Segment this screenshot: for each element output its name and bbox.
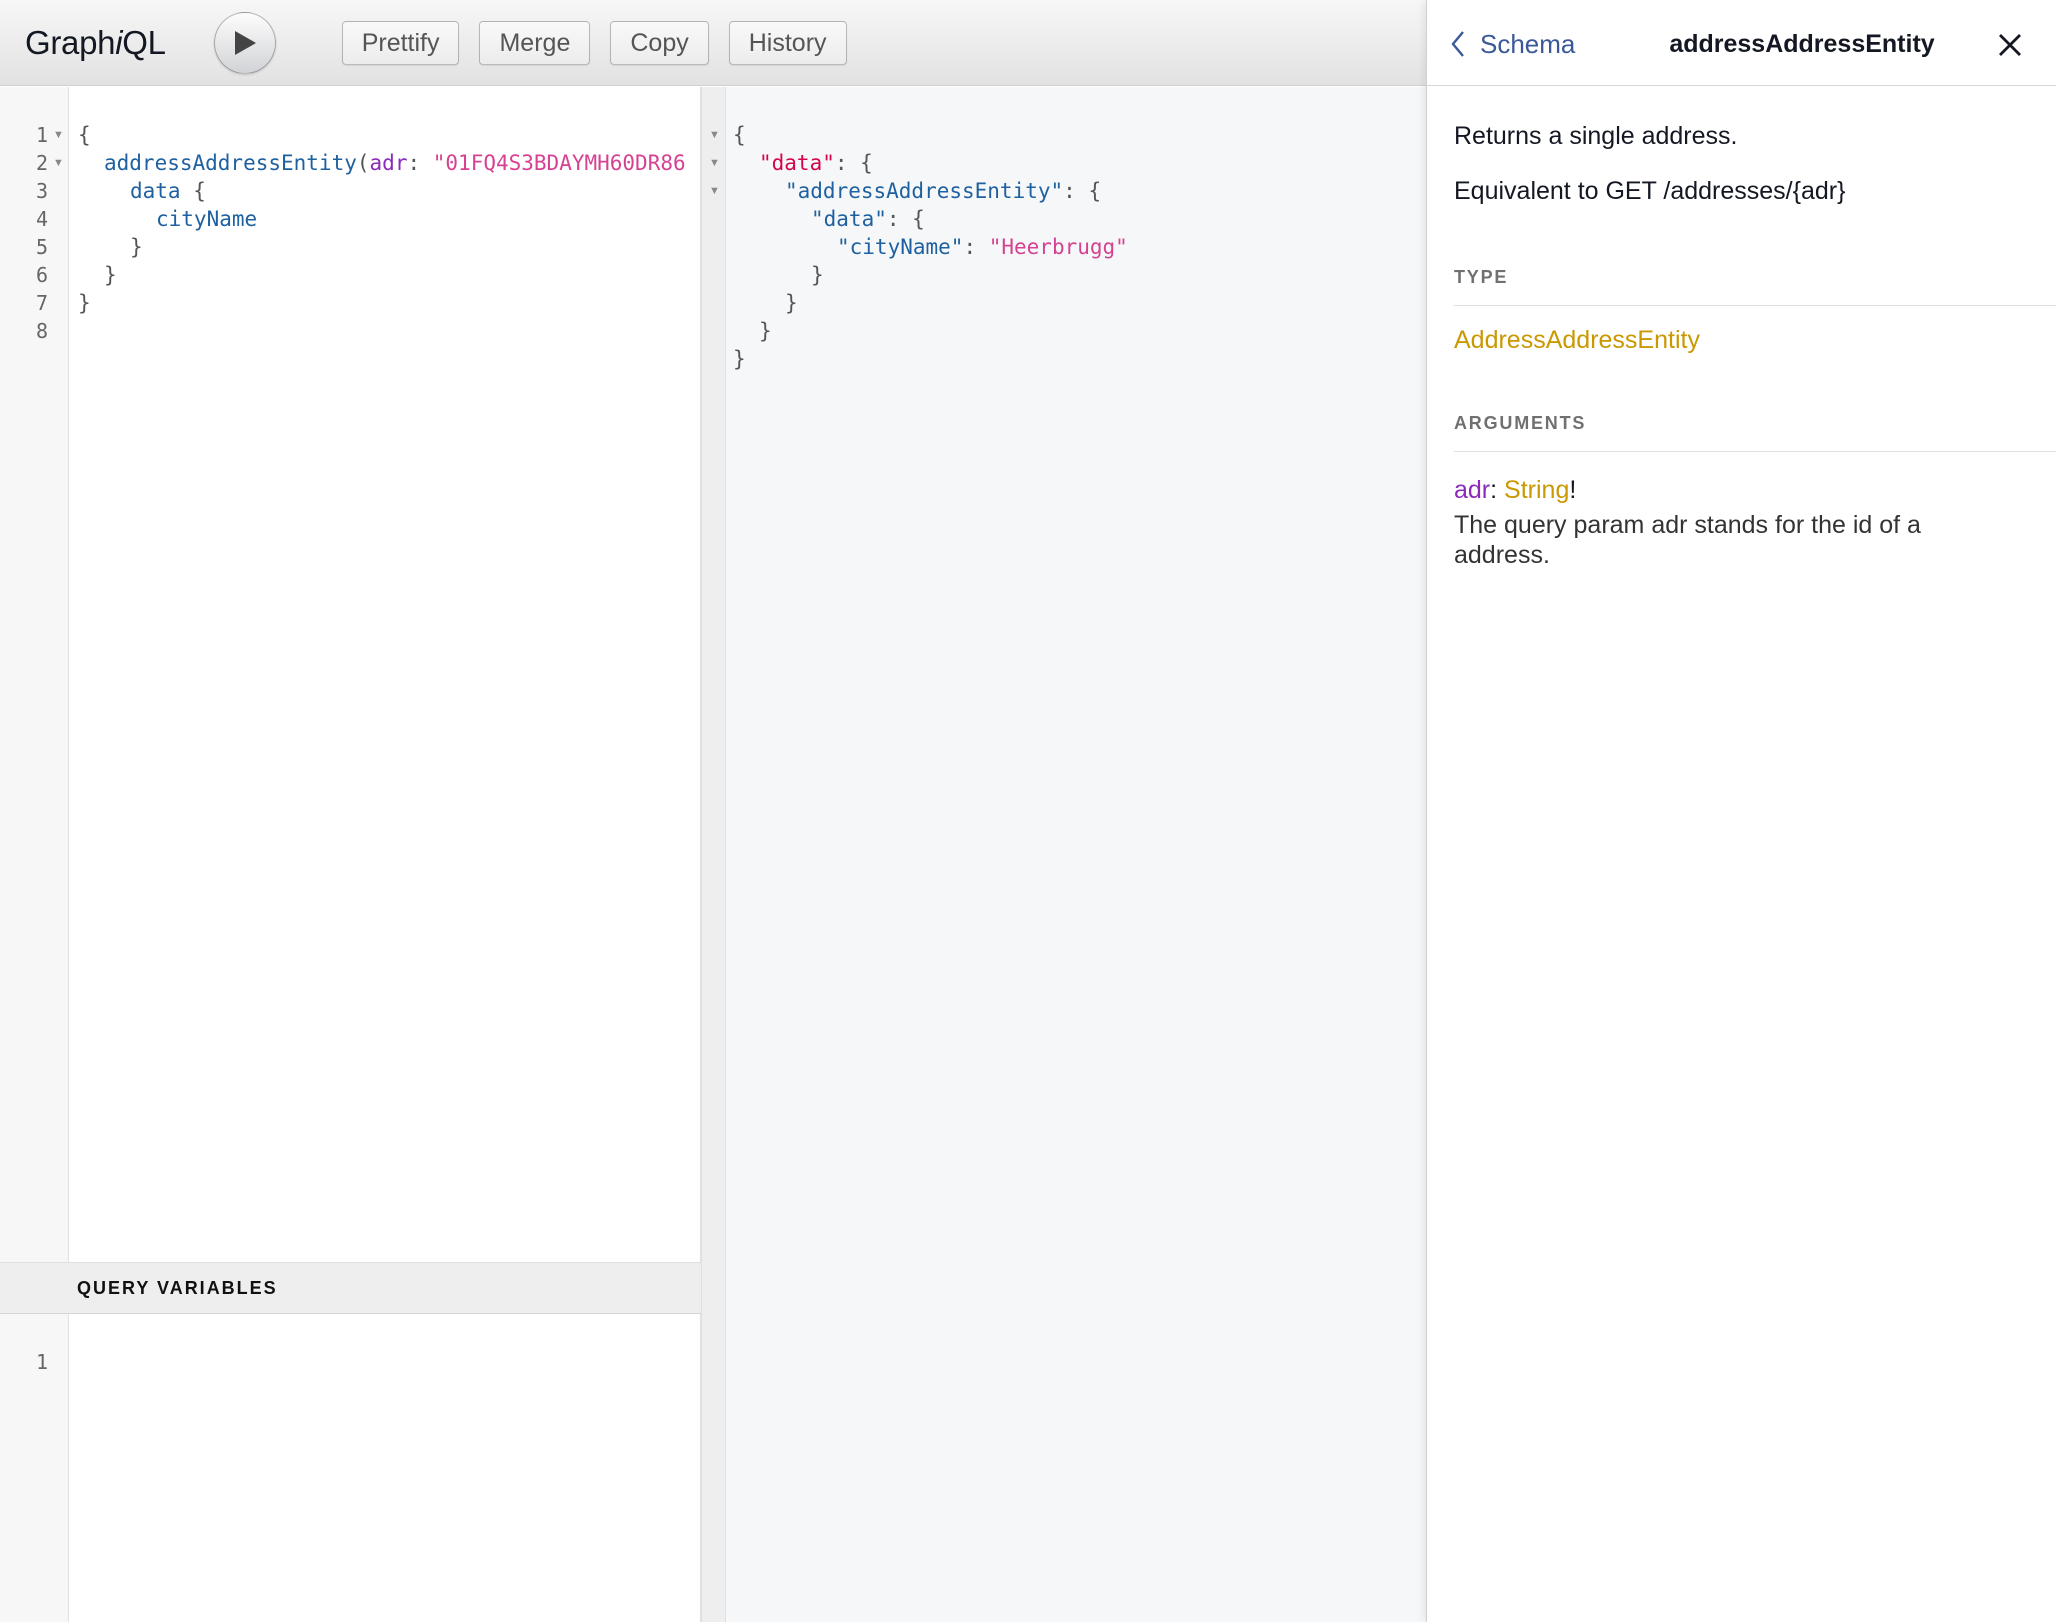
query-argument: adr — [369, 151, 408, 175]
result-key-city: "cityName" — [837, 235, 964, 259]
schema-back-link[interactable]: Schema — [1449, 26, 1575, 62]
query-code: { addressAddressEntity(adr: "01FQ4S3BDAY… — [78, 123, 686, 315]
line-number: 5 — [35, 235, 48, 259]
argument-name: adr — [1454, 476, 1491, 504]
argument-type-link[interactable]: String — [1504, 476, 1569, 504]
fold-arrow-icon[interactable]: ▼ — [709, 121, 720, 149]
line-number: 3 — [35, 179, 48, 203]
close-icon — [1999, 34, 2021, 56]
execute-query-button[interactable] — [213, 11, 276, 74]
line-number: 7 — [35, 291, 48, 315]
result-code: { "data": { "addressAddressEntity": { "d… — [733, 123, 1128, 371]
result-key-inner-data: "data" — [811, 207, 887, 231]
graphiql-logo: GraphiQL — [25, 23, 166, 61]
fold-arrow-icon[interactable]: ▼ — [53, 149, 64, 177]
fold-arrow-icon[interactable]: ▼ — [709, 149, 720, 177]
toolbar: GraphiQL Prettify Merge Copy History — [0, 0, 1426, 86]
history-button[interactable]: History — [728, 20, 847, 65]
doc-explorer-title: addressAddressEntity — [1669, 30, 1935, 58]
query-argument-value: "01FQ4S3BDAYMH60DR86 — [432, 151, 686, 175]
result-gutter — [702, 87, 726, 1622]
result-key-entity: "addressAddressEntity" — [785, 179, 1064, 203]
result-viewer[interactable]: ▼ ▼ ▼ { "data": { "addressAddressEntity"… — [701, 87, 1426, 1622]
line-number: 6 — [35, 263, 48, 287]
line-number: 1 — [35, 123, 48, 147]
argument-description: The query param adr stands for the id of… — [1454, 511, 1921, 569]
query-variables-editor[interactable]: 1 — [0, 1314, 701, 1622]
close-docs-button[interactable] — [1993, 28, 2027, 62]
argument-nonnull: ! — [1569, 476, 1577, 504]
doc-explorer-header: Schema addressAddressEntity — [1427, 0, 2056, 86]
field-description-summary: Returns a single address. — [1454, 122, 1738, 150]
return-type-link[interactable]: AddressAddressEntity — [1454, 326, 1700, 354]
result-key-data: "data" — [759, 151, 835, 175]
fold-arrow-icon[interactable]: ▼ — [53, 121, 64, 149]
line-number: 1 — [35, 1350, 48, 1374]
graphiql-app: GraphiQL Prettify Merge Copy History 1 2… — [0, 0, 2056, 1622]
query-field: addressAddressEntity — [104, 151, 357, 175]
schema-back-label: Schema — [1480, 28, 1576, 59]
query-editor[interactable]: 1 2 3 4 5 6 7 8 ▼ ▼ { addressAddressEnti… — [0, 87, 701, 1262]
merge-button[interactable]: Merge — [479, 20, 591, 65]
doc-explorer: Schema addressAddressEntity Returns a si… — [1426, 0, 2056, 1622]
prettify-button[interactable]: Prettify — [341, 20, 460, 65]
line-number: 4 — [35, 207, 48, 231]
type-section-title: TYPE — [1454, 267, 2056, 306]
arguments-section-title: ARGUMENTS — [1454, 413, 2056, 452]
field-description-endpoint: Equivalent to GET /addresses/{adr} — [1454, 177, 1846, 205]
chevron-left-icon — [1451, 31, 1464, 57]
copy-button[interactable]: Copy — [610, 20, 709, 65]
query-subfield: data — [130, 179, 181, 203]
fold-arrow-icon[interactable]: ▼ — [709, 177, 720, 205]
line-number: 2 — [35, 151, 48, 175]
argument-signature: adr: String! — [1454, 476, 1577, 504]
query-leaf-field: cityName — [156, 207, 258, 231]
query-variables-header[interactable]: QUERY VARIABLES — [0, 1262, 701, 1314]
result-value-city: "Heerbrugg" — [988, 235, 1128, 259]
line-number: 8 — [35, 319, 48, 343]
doc-explorer-body: Returns a single address. Equivalent to … — [1454, 86, 2056, 570]
play-icon — [234, 30, 256, 55]
